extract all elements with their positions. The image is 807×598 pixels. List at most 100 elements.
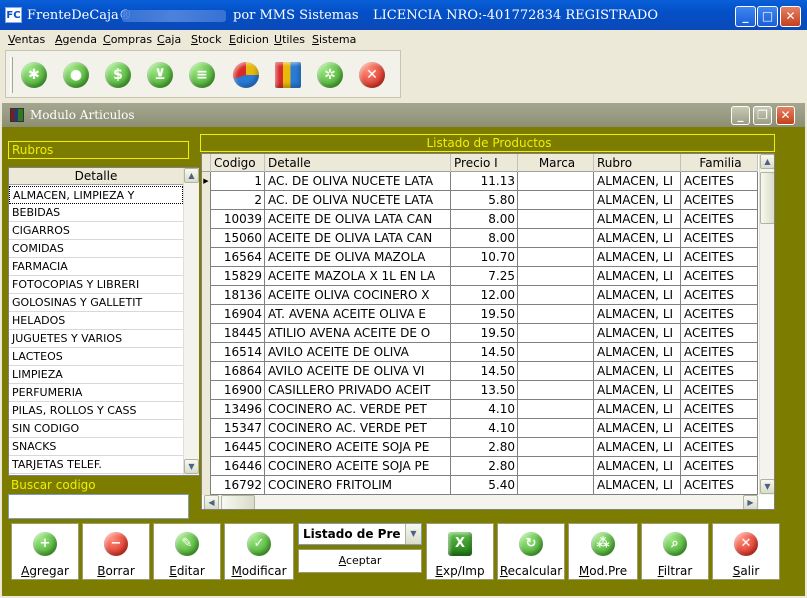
editar-button[interactable]: ✎ Editar (153, 523, 221, 580)
cell-familia[interactable]: ACEITES (681, 457, 758, 476)
current-row-indicator-icon[interactable]: ▶ (202, 172, 211, 191)
scroll-thumb[interactable] (760, 172, 774, 224)
list-item[interactable]: SNACKS (9, 438, 183, 456)
cell-detalle[interactable]: AC. DE OLIVA NUCETE LATA (265, 172, 451, 191)
row-indicator[interactable] (202, 248, 211, 267)
row-indicator[interactable] (202, 381, 211, 400)
cell-marca[interactable] (518, 248, 594, 267)
cell-precio[interactable]: 4.10 (451, 400, 518, 419)
chevron-down-icon[interactable]: ▼ (405, 524, 421, 544)
scroll-left-icon[interactable]: ◀ (204, 495, 219, 509)
menu-compras[interactable]: Compras (103, 33, 152, 46)
cell-detalle[interactable]: COCINERO ACEITE SOJA PE (265, 438, 451, 457)
row-indicator[interactable] (202, 210, 211, 229)
menu-utiles[interactable]: Utiles (274, 33, 305, 46)
pie-chart-icon[interactable] (233, 62, 259, 88)
list-item[interactable]: SIN CODIGO (9, 420, 183, 438)
cell-familia[interactable]: ACEITES (681, 305, 758, 324)
list-item[interactable]: PILAS, ROLLOS Y CASS (9, 402, 183, 420)
cell-familia[interactable]: ACEITES (681, 191, 758, 210)
column-header-familia[interactable]: Familia (681, 154, 758, 172)
grid-horizontal-scrollbar[interactable]: ◀ ▶ (203, 495, 759, 509)
row-indicator[interactable] (202, 400, 211, 419)
cell-detalle[interactable]: COCINERO AC. VERDE PET (265, 419, 451, 438)
cell-detalle[interactable]: AVILO ACEITE DE OLIVA VI (265, 362, 451, 381)
table-row[interactable]: 16904 AT. AVENA ACEITE OLIVA E 19.50 ALMACE… (202, 305, 758, 324)
aceptar-button[interactable]: Aceptar (298, 549, 422, 573)
borrar-button[interactable]: − Borrar (82, 523, 150, 580)
cell-detalle[interactable]: ACEITE DE OLIVA LATA CAN (265, 229, 451, 248)
cell-precio[interactable]: 2.80 (451, 457, 518, 476)
toolbar-grip[interactable] (10, 57, 13, 93)
cell-codigo[interactable]: 2 (211, 191, 265, 210)
cell-precio[interactable]: 2.80 (451, 438, 518, 457)
cell-familia[interactable]: ACEITES (681, 172, 758, 191)
rubros-list[interactable]: Detalle ALMACEN, LIMPIEZA Y BEBIDAS CIGA… (8, 167, 199, 476)
cell-rubro[interactable]: ALMACEN, LI (594, 362, 681, 381)
cell-codigo[interactable]: 10039 (211, 210, 265, 229)
cell-precio[interactable]: 14.50 (451, 362, 518, 381)
cell-familia[interactable]: ACEITES (681, 343, 758, 362)
cell-rubro[interactable]: ALMACEN, LI (594, 267, 681, 286)
cell-codigo[interactable]: 16564 (211, 248, 265, 267)
column-header-codigo[interactable]: Codigo (211, 154, 265, 172)
list-item[interactable]: ALMACEN, LIMPIEZA Y (9, 186, 183, 204)
cell-familia[interactable]: ACEITES (681, 267, 758, 286)
row-indicator[interactable] (202, 305, 211, 324)
cell-familia[interactable]: ACEITES (681, 381, 758, 400)
cell-marca[interactable] (518, 267, 594, 286)
cell-precio[interactable]: 4.10 (451, 419, 518, 438)
list-item[interactable]: LIMPIEZA (9, 366, 183, 384)
cell-marca[interactable] (518, 172, 594, 191)
cell-marca[interactable] (518, 191, 594, 210)
filtrar-button[interactable]: ⌕ Filtrar (641, 523, 709, 580)
cell-codigo[interactable]: 16904 (211, 305, 265, 324)
cell-marca[interactable] (518, 419, 594, 438)
row-indicator[interactable] (202, 362, 211, 381)
rubros-scrollbar[interactable]: ▲ ▼ (183, 168, 199, 475)
cell-rubro[interactable]: ALMACEN, LI (594, 400, 681, 419)
cell-detalle[interactable]: COCINERO ACEITE SOJA PE (265, 457, 451, 476)
cell-familia[interactable]: ACEITES (681, 400, 758, 419)
cell-detalle[interactable]: AVILO ACEITE DE OLIVA (265, 343, 451, 362)
cell-familia[interactable]: ACEITES (681, 438, 758, 457)
list-item[interactable]: HELADOS (9, 312, 183, 330)
cell-codigo[interactable]: 16445 (211, 438, 265, 457)
cell-rubro[interactable]: ALMACEN, LI (594, 438, 681, 457)
cell-marca[interactable] (518, 343, 594, 362)
row-indicator[interactable] (202, 419, 211, 438)
row-indicator[interactable] (202, 343, 211, 362)
cell-marca[interactable] (518, 476, 594, 495)
salir-button[interactable]: ✕ Salir (712, 523, 780, 580)
cell-rubro[interactable]: ALMACEN, LI (594, 457, 681, 476)
column-header-detalle[interactable]: Detalle (265, 154, 451, 172)
menu-ventas[interactable]: Ventas (8, 33, 45, 46)
cell-codigo[interactable]: 15060 (211, 229, 265, 248)
rubros-column-header[interactable]: Detalle (9, 168, 183, 185)
cell-precio[interactable]: 8.00 (451, 229, 518, 248)
close-icon[interactable]: ✕ (359, 62, 385, 88)
row-indicator[interactable] (202, 438, 211, 457)
close-button[interactable]: ✕ (780, 6, 801, 27)
notes-icon[interactable]: ≡ (189, 62, 215, 88)
cell-detalle[interactable]: CASILLERO PRIVADO ACEIT (265, 381, 451, 400)
cell-rubro[interactable]: ALMACEN, LI (594, 343, 681, 362)
list-item[interactable]: COMIDAS (9, 240, 183, 258)
row-indicator[interactable] (202, 191, 211, 210)
scroll-right-icon[interactable]: ▶ (743, 495, 758, 509)
table-row[interactable]: 16446 COCINERO ACEITE SOJA PE 2.80 ALMACEN,… (202, 457, 758, 476)
module-minimize-button[interactable]: _ (731, 106, 750, 125)
cell-marca[interactable] (518, 457, 594, 476)
list-item[interactable]: PERFUMERIA (9, 384, 183, 402)
cell-codigo[interactable]: 18445 (211, 324, 265, 343)
money-icon[interactable]: $ (105, 62, 131, 88)
list-item[interactable]: LACTEOS (9, 348, 183, 366)
minimize-button[interactable]: _ (735, 6, 756, 27)
table-row[interactable]: 16445 COCINERO ACEITE SOJA PE 2.80 ALMACEN,… (202, 438, 758, 457)
listado-select[interactable]: Listado de Pre ▼ (298, 523, 422, 545)
cell-rubro[interactable]: ALMACEN, LI (594, 419, 681, 438)
user-icon[interactable]: ● (63, 62, 89, 88)
mod-pre-button[interactable]: ⁂ Mod.Pre (568, 523, 638, 580)
cell-familia[interactable]: ACEITES (681, 286, 758, 305)
table-row[interactable]: 16900 CASILLERO PRIVADO ACEIT 13.50 ALMACEN… (202, 381, 758, 400)
